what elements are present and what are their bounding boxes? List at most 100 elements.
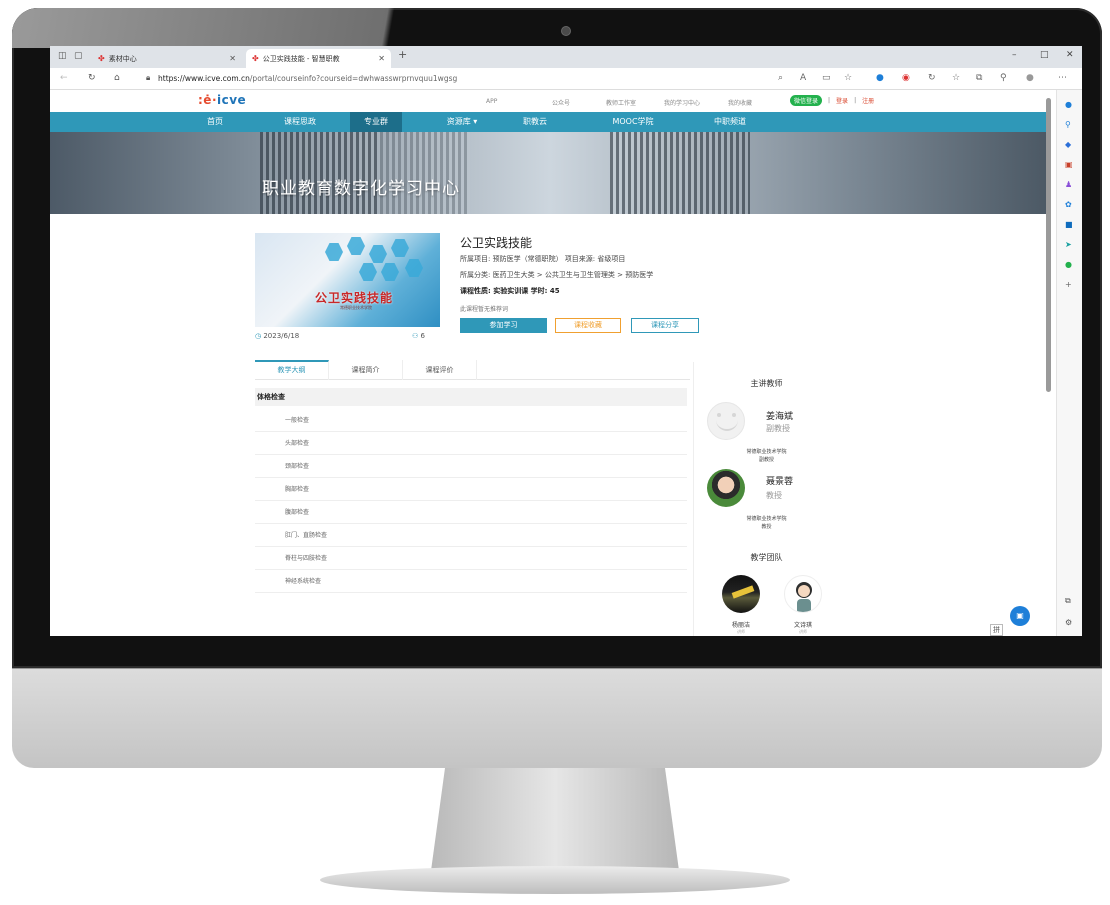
- top-link-favorites[interactable]: 我的收藏: [728, 98, 752, 107]
- maximize-button[interactable]: □: [1040, 50, 1049, 60]
- extension-red-icon[interactable]: ◉: [902, 73, 910, 83]
- refresh-icon[interactable]: ↻: [88, 73, 96, 83]
- chat-float-button[interactable]: ▣: [1010, 606, 1030, 626]
- wechat-login-button[interactable]: 微信登录: [790, 95, 823, 106]
- webcam-icon: [561, 26, 571, 36]
- tab-syllabus[interactable]: 教学大纲: [255, 360, 329, 380]
- extension-icon[interactable]: ●: [876, 73, 884, 83]
- top-link-app[interactable]: APP: [486, 98, 497, 105]
- minimize-button[interactable]: –: [1012, 50, 1017, 60]
- lesson-item[interactable]: 脊柱与四肢检查: [255, 547, 687, 570]
- nav-mooc-college[interactable]: MOOC学院: [598, 112, 668, 132]
- read-aloud-icon[interactable]: A: [800, 73, 806, 83]
- ime-indicator[interactable]: 拼: [990, 624, 1003, 636]
- search-page-icon[interactable]: ⌕: [778, 73, 783, 83]
- main-nav: 首页 课程思政 专业群 资源库 ▾ 职教云 MOOC学院 中职频道: [50, 112, 1050, 132]
- photo-highlight: [731, 585, 755, 599]
- nav-course-ideology[interactable]: 课程思政: [272, 112, 328, 132]
- workspaces-icon[interactable]: ◫: [58, 51, 67, 61]
- collections-icon[interactable]: ⧉: [976, 73, 982, 83]
- send-icon[interactable]: ➤: [1065, 240, 1072, 249]
- lesson-item[interactable]: 胸部检查: [255, 478, 687, 501]
- course-title: 公卫实践技能: [460, 236, 533, 250]
- top-link-teacher-studio[interactable]: 教师工作室: [606, 98, 636, 107]
- bezel-reflection: [12, 8, 632, 48]
- refresh-extension-icon[interactable]: ↻: [928, 73, 936, 83]
- top-link-learning-center[interactable]: 我的学习中心: [664, 98, 700, 107]
- team-member-name[interactable]: 文诗琪: [778, 620, 828, 629]
- nav-vocational-cloud[interactable]: 职教云: [510, 112, 560, 132]
- hexagon-icon: [325, 243, 343, 261]
- lesson-item[interactable]: 神经系统检查: [255, 570, 687, 593]
- more-menu-icon[interactable]: ⋯: [1058, 73, 1067, 83]
- tab-course-intro[interactable]: 课程简介: [329, 360, 403, 380]
- nav-major-group[interactable]: 专业群: [350, 112, 402, 132]
- tab-course-review[interactable]: 课程评价: [403, 360, 477, 380]
- outlook-icon[interactable]: ■: [1065, 220, 1073, 229]
- tab-close-icon[interactable]: ✕: [378, 54, 385, 63]
- login-link[interactable]: 登录: [836, 96, 848, 105]
- teacher-title: 教授: [766, 491, 782, 500]
- join-course-button[interactable]: 参加学习: [460, 318, 547, 333]
- url-field[interactable]: https://www.icve.com.cn/portal/courseinf…: [158, 74, 457, 83]
- avatar[interactable]: [707, 469, 745, 507]
- register-link[interactable]: 注册: [862, 96, 874, 105]
- add-sidebar-icon[interactable]: +: [1065, 280, 1072, 289]
- lesson-item[interactable]: 头部检查: [255, 432, 687, 455]
- lesson-item[interactable]: 腹部检查: [255, 501, 687, 524]
- monitor: ◫ ▢ ✤ 素材中心 ✕ ✤ 公卫实践技能 - 智慧职教 ✕ + – □ ✕ ←…: [0, 0, 1110, 905]
- course-tabs: 教学大纲 课程简介 课程评价: [255, 360, 690, 380]
- lesson-item[interactable]: 肛门、直肠检查: [255, 524, 687, 547]
- home-icon[interactable]: ⌂: [114, 73, 120, 83]
- teacher-name[interactable]: 姜海斌: [766, 409, 793, 422]
- page-scrollbar[interactable]: [1046, 98, 1051, 392]
- separator: |: [828, 97, 831, 104]
- new-tab-button[interactable]: +: [398, 48, 407, 61]
- tab-material-center[interactable]: ✤ 素材中心 ✕: [92, 49, 242, 68]
- favorite-course-button[interactable]: 课程收藏: [555, 318, 621, 333]
- course-date: ◷ 2023/6/18: [255, 332, 300, 340]
- lesson-item[interactable]: 颈部检查: [255, 455, 687, 478]
- settings-gear-icon[interactable]: ⚙: [1065, 618, 1072, 627]
- extensions-icon[interactable]: ⚲: [1000, 73, 1007, 83]
- avatar[interactable]: [784, 575, 822, 613]
- tab-course-page[interactable]: ✤ 公卫实践技能 - 智慧职教 ✕: [246, 49, 391, 68]
- teacher-name[interactable]: 聂景蓉: [766, 474, 793, 487]
- office-icon[interactable]: ✿: [1065, 200, 1072, 209]
- course-project: 所属项目: 预防医学（常德职院） 项目来源: 省级项目: [460, 255, 626, 263]
- favorite-star-icon[interactable]: ☆: [844, 73, 852, 83]
- top-link-wechat-account[interactable]: 公众号: [552, 98, 570, 107]
- tab-actions-icon[interactable]: ▢: [74, 51, 83, 61]
- team-member-name[interactable]: 杨丽洁: [716, 620, 766, 629]
- lock-icon[interactable]: 🔒︎: [146, 73, 150, 83]
- share-course-button[interactable]: 课程分享: [631, 318, 699, 333]
- nav-resource-library[interactable]: 资源库 ▾: [432, 112, 492, 132]
- notification-bell-icon[interactable]: ●: [1065, 100, 1072, 109]
- favorites-icon[interactable]: ☆: [952, 73, 960, 83]
- back-icon[interactable]: ←: [60, 73, 68, 83]
- hexagon-icon: [369, 245, 387, 263]
- learner-count: ⚇ 6: [412, 332, 425, 340]
- toolbox-icon[interactable]: ▣: [1065, 160, 1073, 169]
- nav-home[interactable]: 首页: [190, 112, 240, 132]
- people-icon[interactable]: ♟: [1065, 180, 1072, 189]
- logo-mark-icon: :ė·: [198, 93, 217, 107]
- profile-avatar[interactable]: ●: [1026, 73, 1034, 83]
- search-icon[interactable]: ⚲: [1065, 120, 1071, 129]
- close-window-button[interactable]: ✕: [1066, 50, 1074, 60]
- course-note: 此课程暂无推荐词: [460, 306, 509, 313]
- banner: 职业教育数字化学习中心: [50, 132, 1050, 214]
- tag-icon[interactable]: ◆: [1065, 140, 1071, 149]
- course-cover-image: 公卫实践技能 常德职业技术学院: [255, 233, 440, 327]
- games-icon[interactable]: ●: [1065, 260, 1072, 269]
- nav-secondary-vocational[interactable]: 中职频道: [700, 112, 760, 132]
- tab-close-icon[interactable]: ✕: [229, 54, 236, 63]
- site-favicon-icon: ✤: [98, 54, 105, 63]
- reader-view-icon[interactable]: ▭: [822, 73, 831, 83]
- avatar[interactable]: [722, 575, 760, 613]
- avatar[interactable]: [707, 402, 745, 440]
- chapter-header[interactable]: 体格检查: [255, 388, 687, 406]
- site-logo[interactable]: :ė·icve: [198, 93, 246, 107]
- lesson-item[interactable]: 一般检查: [255, 409, 687, 432]
- screen-capture-icon[interactable]: ⧉: [1065, 596, 1071, 606]
